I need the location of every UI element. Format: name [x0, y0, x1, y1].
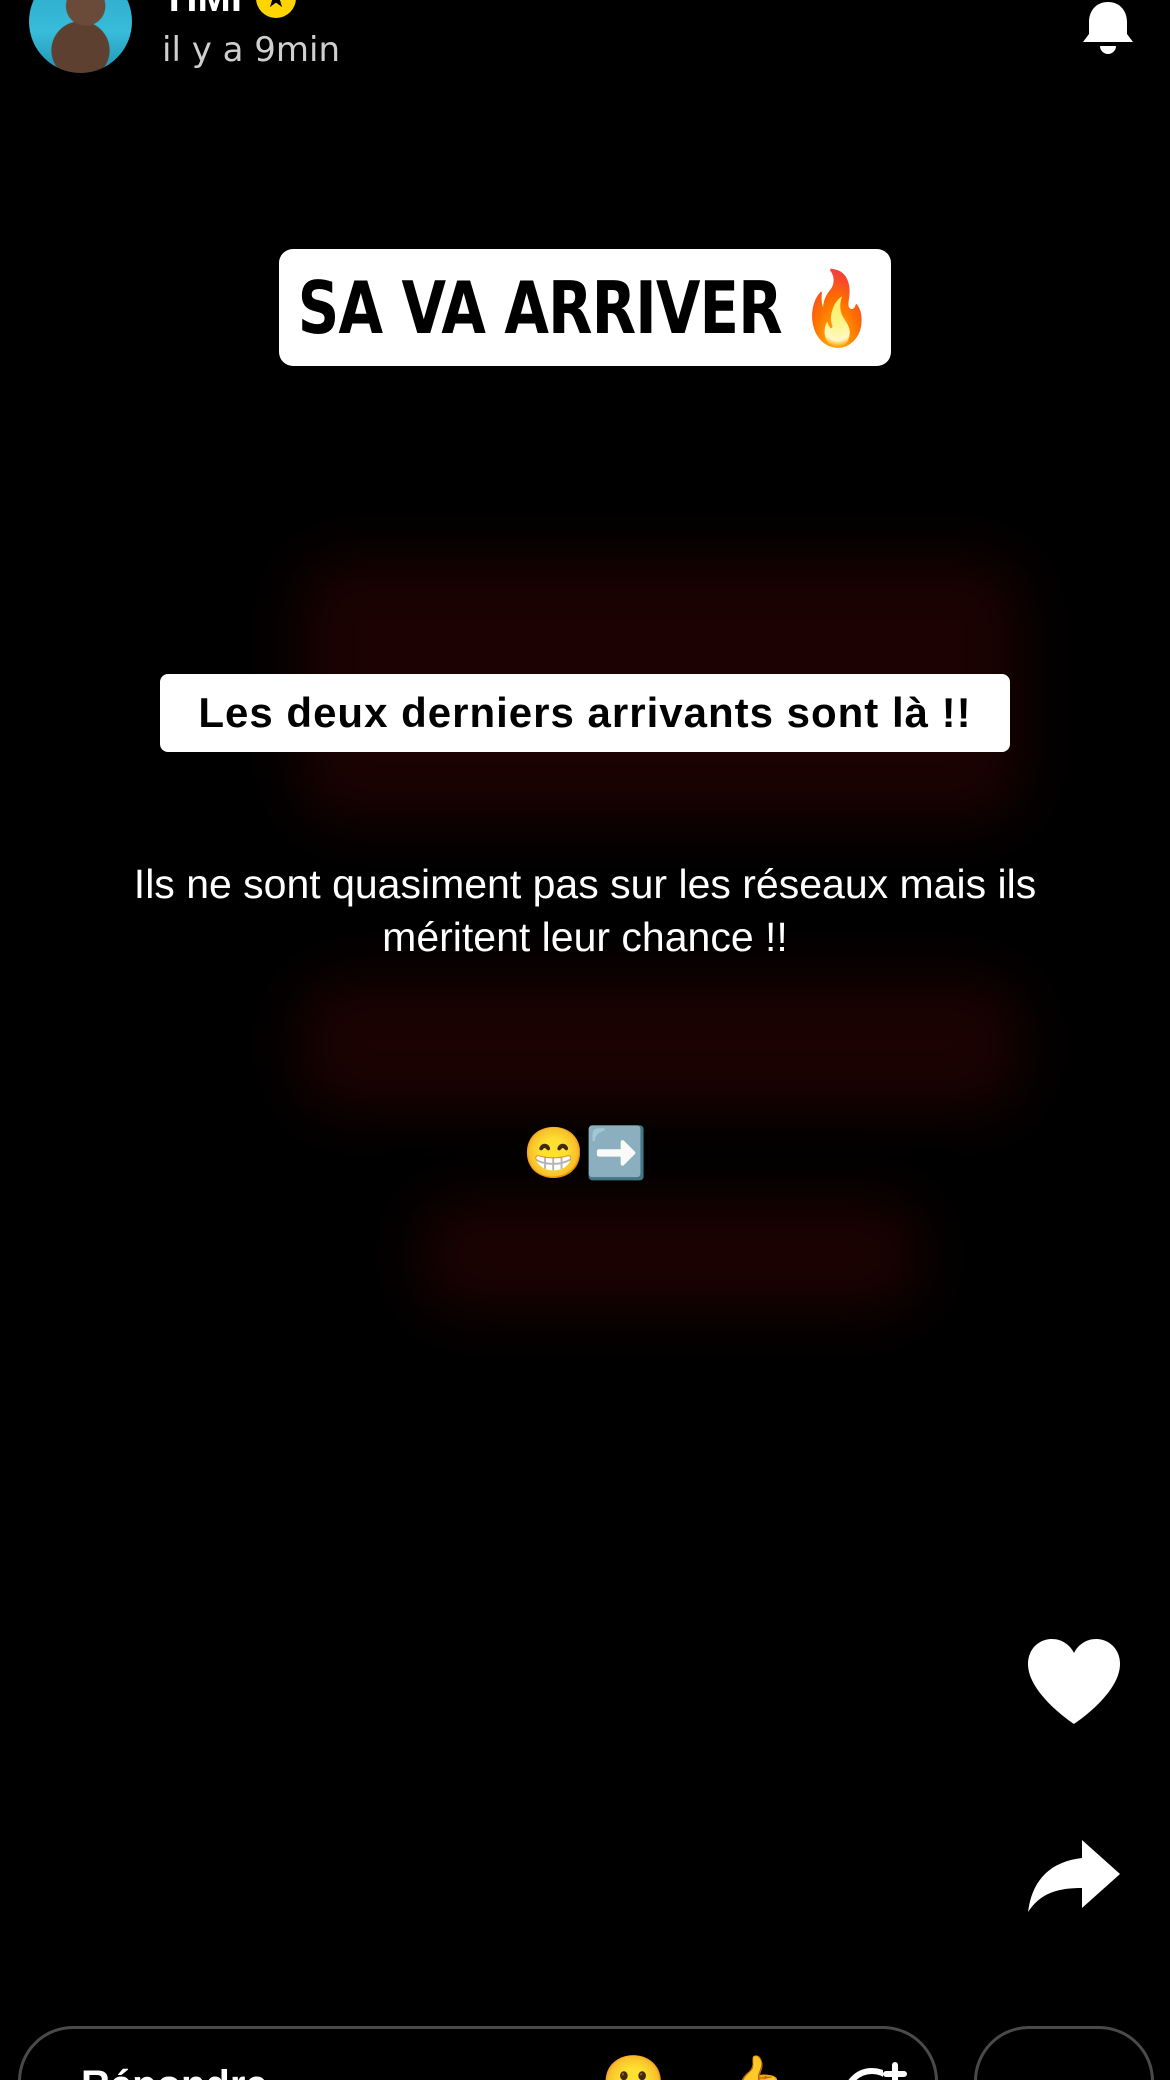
star-badge-icon: ★ [255, 0, 296, 18]
emoji-icon[interactable]: 🙂 [601, 2057, 666, 2080]
bell-icon[interactable] [1078, 0, 1138, 56]
share-arrow-icon[interactable] [1024, 1836, 1124, 1916]
background-glow [420, 1200, 920, 1310]
reply-placeholder: Répondre... [81, 2063, 301, 2080]
subtitle-card: Les deux derniers arrivants sont là !! [160, 674, 1010, 752]
story-screen: TIMI ★ il y a 9min SA VA ARRIVER 🔥 Les d… [0, 0, 1170, 2080]
username[interactable]: TIMI [162, 0, 242, 18]
reply-input[interactable]: Répondre... 🙂 👍 [18, 2026, 938, 2080]
story-body-text: Ils ne sont quasiment pas sur les réseau… [133, 861, 1037, 960]
avatar[interactable] [29, 0, 132, 73]
add-sticker-icon[interactable] [839, 2059, 909, 2080]
camera-reply-button[interactable] [974, 2026, 1154, 2080]
emoji-line: 😁➡️ [522, 1125, 648, 1181]
username-row[interactable]: TIMI ★ [162, 0, 296, 18]
background-glow [300, 980, 1020, 1110]
story-title: SA VA ARRIVER 🔥 [297, 265, 873, 350]
thumbs-up-icon[interactable]: 👍 [721, 2057, 786, 2080]
title-card: SA VA ARRIVER 🔥 [279, 249, 891, 366]
story-subtitle: Les deux derniers arrivants sont là !! [198, 689, 972, 736]
heart-icon[interactable] [1024, 1636, 1124, 1728]
post-time: il y a 9min [162, 30, 341, 70]
